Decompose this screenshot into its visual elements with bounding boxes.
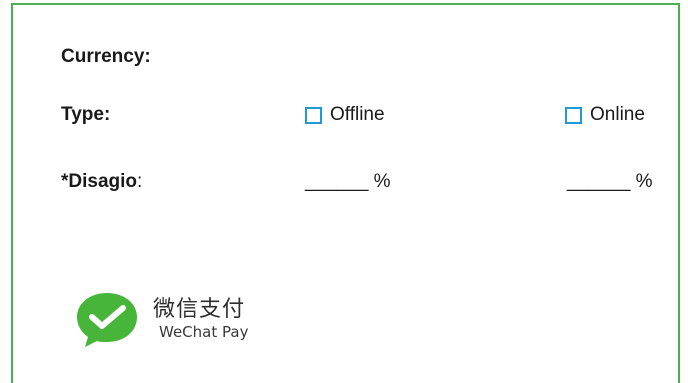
online-checkbox[interactable]: [565, 106, 582, 124]
disagio-offline-field[interactable]: ______ %: [305, 171, 391, 193]
wechat-pay-logo: 微信支付 WeChat Pay: [75, 287, 275, 351]
currency-label-colon: :: [144, 46, 151, 67]
offline-checkbox[interactable]: [305, 106, 322, 124]
logo-english-text: WeChat Pay: [159, 323, 249, 341]
online-label: Online: [590, 104, 645, 125]
disagio-online-field[interactable]: ______ %: [567, 171, 653, 193]
wechat-pay-icon: [77, 293, 137, 347]
disagio-label-colon: :: [137, 171, 143, 192]
offline-label: Offline: [330, 104, 385, 125]
disagio-row: *Disagio: ______ % ______ %: [61, 168, 678, 196]
disagio-label: *Disagio:: [61, 171, 142, 193]
logo-chinese-text: 微信支付: [153, 297, 246, 322]
type-label-text: Type: [61, 104, 104, 125]
payment-method-card: Currency: Type: Offline Online *Disagio:…: [11, 3, 680, 383]
type-row: Type: Offline Online: [61, 101, 678, 129]
online-option[interactable]: Online: [565, 104, 645, 126]
currency-label-text: Currency: [61, 46, 145, 67]
offline-option[interactable]: Offline: [305, 104, 385, 126]
type-label-colon: :: [103, 104, 111, 125]
currency-label: Currency:: [61, 46, 151, 68]
currency-row: Currency:: [61, 43, 678, 71]
disagio-label-text: *Disagio: [61, 171, 138, 192]
type-label: Type:: [61, 104, 110, 126]
